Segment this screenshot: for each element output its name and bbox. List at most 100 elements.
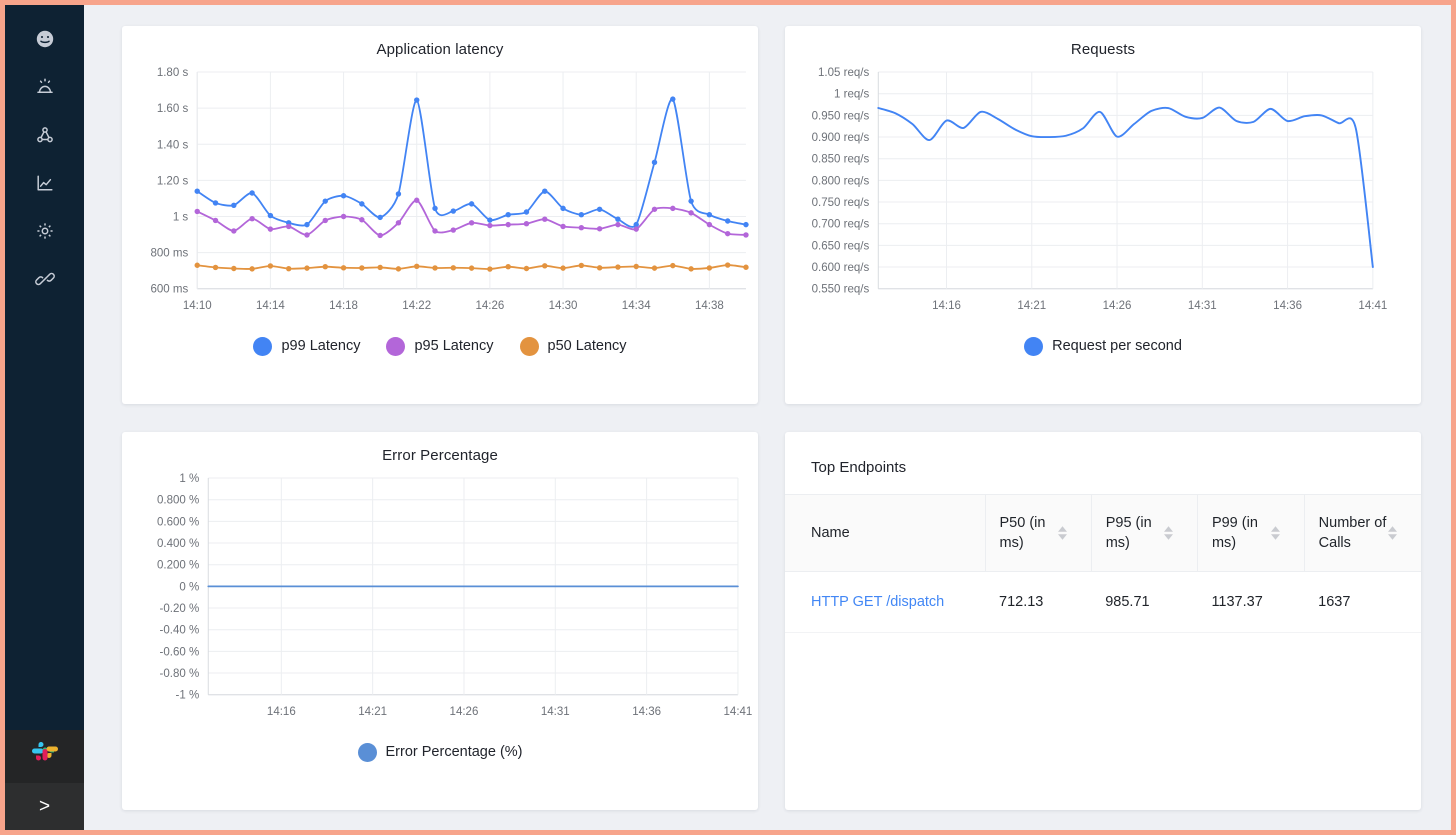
p95-cell: 985.71 [1091,572,1197,633]
requests-chart: 0.550 req/s 0.600 req/s 0.650 req/s 0.700 r… [785,58,1421,329]
p50-cell: 712.13 [985,572,1091,633]
card-title-requests: Requests [785,26,1421,58]
card-requests: Requests 0.550 req/s 0.600 req/s 0.650 req… [785,26,1421,404]
legend-color-swatch [520,337,539,356]
svg-text:14:26: 14:26 [1103,300,1132,312]
svg-text:1 s: 1 s [173,212,189,224]
card-title-endpoints: Top Endpoints [785,432,1421,476]
app-viewport: > Application latency 600 ms800 ms1 s1.2… [0,0,1456,835]
endpoint-link[interactable]: HTTP GET /dispatch [811,594,944,610]
legend-item-p99-latency[interactable]: p99 Latency [253,337,360,356]
table-header-p50-in-ms[interactable]: P50 (in ms) [985,495,1091,572]
svg-text:14:31: 14:31 [1188,300,1217,312]
legend-item-error-percentage[interactable]: Error Percentage (%) [358,743,523,762]
dashboard-icon [33,27,57,51]
svg-text:-0.60 %: -0.60 % [160,646,200,658]
sidebar-item-service-map[interactable] [5,111,84,159]
svg-text:14:21: 14:21 [1017,300,1046,312]
svg-text:-0.40 %: -0.40 % [160,625,200,637]
legend-item-p95-latency[interactable]: p95 Latency [386,337,493,356]
table-header-label: P99 (in ms) [1212,513,1271,553]
integrations-icon [33,267,57,291]
alerts-icon [33,75,57,99]
svg-text:14:21: 14:21 [358,706,387,718]
latency-chart-svg: 600 ms800 ms1 s1.20 s1.40 s1.60 s1.80 s1… [122,58,758,329]
svg-text:14:26: 14:26 [450,706,479,718]
table-header-number-of-calls[interactable]: Number of Calls [1304,495,1421,572]
card-title-latency: Application latency [122,26,758,58]
svg-text:1 %: 1 % [179,473,199,485]
sidebar-item-settings[interactable] [5,207,84,255]
legend-item-request-per-second[interactable]: Request per second [1024,337,1182,356]
svg-text:14:14: 14:14 [256,300,285,312]
svg-text:14:18: 14:18 [329,300,358,312]
svg-text:0.550 req/s: 0.550 req/s [812,284,870,296]
sidebar-item-alerts[interactable] [5,63,84,111]
svg-text:0.600 req/s: 0.600 req/s [812,262,870,274]
legend-label: Error Percentage (%) [386,744,523,760]
svg-text:14:30: 14:30 [549,300,578,312]
legend-item-p50-latency[interactable]: p50 Latency [520,337,627,356]
table-header-label: Number of Calls [1319,513,1388,553]
svg-text:14:36: 14:36 [1273,300,1302,312]
svg-text:14:34: 14:34 [622,300,651,312]
legend-label: p99 Latency [281,338,360,354]
card-top-endpoints: Top Endpoints Name P50 (in ms) P95 (in ms)… [785,432,1421,810]
p99-cell: 1137.37 [1197,572,1304,633]
table-header-name: Name [785,495,985,572]
svg-text:1 req/s: 1 req/s [834,89,869,101]
legend-label: p50 Latency [548,338,627,354]
table-header-label: P50 (in ms) [1000,513,1058,553]
legend-color-swatch [386,337,405,356]
sort-toggle-icon[interactable] [1271,526,1280,540]
sort-toggle-icon[interactable] [1388,526,1397,540]
latency-legend: p99 Latency p95 Latency p50 Latency [122,337,758,356]
card-error-percentage: Error Percentage -1 %-0.80 %-0.60 %-0.40… [122,432,758,810]
expand-sidebar-button[interactable]: > [5,783,84,830]
svg-text:0.950 req/s: 0.950 req/s [812,110,870,122]
slack-button[interactable] [5,730,84,783]
slack-icon [30,739,60,774]
svg-text:800 ms: 800 ms [150,248,188,260]
svg-text:0.700 req/s: 0.700 req/s [812,219,870,231]
sidebar-item-integrations[interactable] [5,255,84,303]
table-header-p99-in-ms[interactable]: P99 (in ms) [1197,495,1304,572]
metrics-icon [33,171,57,195]
svg-text:1.80 s: 1.80 s [157,67,189,79]
sort-toggle-icon[interactable] [1164,526,1173,540]
legend-label: p95 Latency [414,338,493,354]
sidebar-item-dashboard[interactable] [5,15,84,63]
table-body: HTTP GET /dispatch712.13985.711137.37163… [785,572,1421,633]
svg-text:14:22: 14:22 [402,300,431,312]
legend-color-swatch [253,337,272,356]
svg-text:0.200 %: 0.200 % [157,560,199,572]
legend-label: Request per second [1052,338,1182,354]
chevron-right-icon: > [39,796,50,818]
sidebar-item-metrics[interactable] [5,159,84,207]
errors-chart: -1 %-0.80 %-0.60 %-0.40 %-0.20 %0 %0.200… [122,464,758,735]
svg-text:14:41: 14:41 [724,706,753,718]
card-title-errors: Error Percentage [122,432,758,464]
svg-text:14:10: 14:10 [183,300,212,312]
legend-color-swatch [1024,337,1043,356]
svg-text:0.800 req/s: 0.800 req/s [812,175,870,187]
table-header-p95-in-ms[interactable]: P95 (in ms) [1091,495,1197,572]
svg-text:0.650 req/s: 0.650 req/s [812,240,870,252]
svg-text:1.60 s: 1.60 s [157,103,189,115]
svg-text:0.850 req/s: 0.850 req/s [812,154,870,166]
svg-text:1.05 req/s: 1.05 req/s [818,67,869,79]
svg-text:-0.80 %: -0.80 % [160,668,200,680]
svg-text:14:31: 14:31 [541,706,570,718]
svg-text:14:41: 14:41 [1358,300,1387,312]
sort-toggle-icon[interactable] [1058,526,1067,540]
service-map-icon [33,123,57,147]
svg-text:-0.20 %: -0.20 % [160,603,200,615]
svg-text:14:16: 14:16 [932,300,961,312]
errors-chart-svg: -1 %-0.80 %-0.60 %-0.40 %-0.20 %0 %0.200… [122,464,758,735]
table-header-label: Name [811,525,850,541]
sidebar-nav [5,15,84,303]
svg-text:1.40 s: 1.40 s [157,139,189,151]
svg-text:600 ms: 600 ms [150,284,188,296]
svg-text:0.750 req/s: 0.750 req/s [812,197,870,209]
svg-text:14:16: 14:16 [267,706,296,718]
